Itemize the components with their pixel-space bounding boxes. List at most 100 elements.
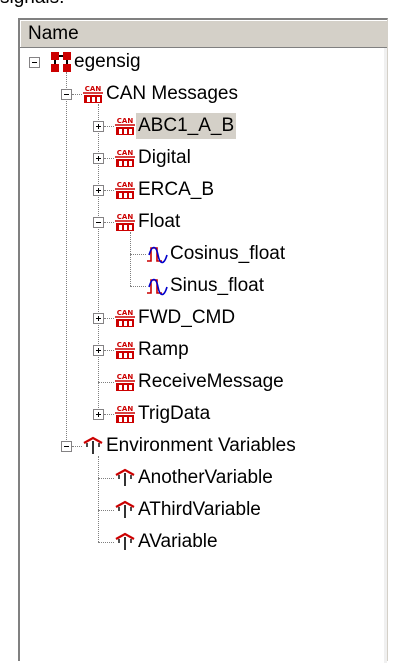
minus-icon: [64, 94, 69, 95]
svg-text:CAN: CAN: [117, 213, 134, 221]
minus-icon: [32, 62, 37, 63]
can-icon: CAN: [115, 309, 135, 327]
tree-node-label[interactable]: Digital: [136, 145, 193, 171]
minus-icon: [64, 446, 69, 447]
tree-node-icon-wrap: [114, 467, 136, 489]
can-icon: CAN: [115, 213, 135, 231]
tree-node-label[interactable]: ReceiveMessage: [136, 369, 286, 395]
can-icon: CAN: [115, 341, 135, 359]
expand-button[interactable]: [93, 121, 104, 132]
tree-connector-horizontal: [104, 350, 114, 351]
svg-text:CAN: CAN: [117, 181, 134, 189]
env-var-icon: [83, 436, 103, 454]
tree-node-label[interactable]: ABC1_A_B: [136, 113, 237, 139]
tree-node-label[interactable]: FWD_CMD: [136, 305, 237, 331]
signal-icon: [147, 246, 168, 264]
tree-node-icon-wrap: CAN: [114, 115, 136, 137]
tree-node-icon-wrap: CAN: [114, 403, 136, 425]
collapse-button[interactable]: [93, 217, 104, 228]
env-var-icon: [115, 532, 135, 550]
tree-node-icon-wrap: CAN: [114, 339, 136, 361]
collapse-button[interactable]: [61, 89, 72, 100]
can-icon: CAN: [115, 373, 135, 391]
svg-text:CAN: CAN: [117, 309, 134, 317]
tree-node-icon-wrap: CAN: [114, 147, 136, 169]
tree-node-icon-wrap: [50, 51, 72, 73]
collapse-button[interactable]: [61, 441, 72, 452]
tree-connector-horizontal: [98, 478, 114, 479]
tree-node-label[interactable]: egensig: [72, 49, 143, 75]
can-icon: CAN: [115, 149, 135, 167]
tree-node-label[interactable]: AnotherVariable: [136, 465, 275, 491]
tree-connector-vertical: [66, 72, 67, 446]
tree-node-icon-wrap: [114, 499, 136, 521]
scrollbar-edge: [384, 48, 387, 663]
tree-connector-horizontal: [104, 318, 114, 319]
svg-text:CAN: CAN: [117, 405, 134, 413]
tree-node-icon-wrap: [114, 531, 136, 553]
tree-node-icon-wrap: CAN: [114, 179, 136, 201]
svg-text:CAN: CAN: [117, 341, 134, 349]
plus-icon-vertical: [98, 124, 99, 129]
column-header-name: Name: [28, 23, 79, 44]
tree-node-label[interactable]: AVariable: [136, 529, 220, 555]
env-var-icon: [115, 500, 135, 518]
tree-connector-vertical: [130, 232, 131, 286]
tree-node-icon-wrap: [146, 275, 168, 297]
tree-connector-horizontal: [130, 286, 146, 287]
expand-button[interactable]: [93, 313, 104, 324]
tree-node-icon-wrap: [82, 435, 104, 457]
svg-text:CAN: CAN: [117, 149, 134, 157]
plus-icon-vertical: [98, 412, 99, 417]
tree-node-icon-wrap: [146, 243, 168, 265]
tree-connector-vertical: [98, 456, 99, 542]
tree-connector-horizontal: [98, 542, 114, 543]
expand-button[interactable]: [93, 153, 104, 164]
plus-icon-vertical: [98, 188, 99, 193]
tree-connector-horizontal: [104, 190, 114, 191]
tree-node-icon-wrap: CAN: [114, 307, 136, 329]
tree-node-label[interactable]: CAN Messages: [104, 81, 240, 107]
tree-connector-horizontal: [72, 446, 82, 447]
can-icon: CAN: [115, 405, 135, 423]
svg-text:CAN: CAN: [117, 117, 134, 125]
collapse-button[interactable]: [29, 57, 40, 68]
tree-node-label[interactable]: Cosinus_float: [168, 241, 287, 267]
tree-connector-horizontal: [72, 94, 82, 95]
tree-connector-horizontal: [98, 510, 114, 511]
svg-text:CAN: CAN: [117, 373, 134, 381]
expand-button[interactable]: [93, 409, 104, 420]
plus-icon-vertical: [98, 348, 99, 353]
tree-connector-horizontal: [130, 254, 146, 255]
can-icon: CAN: [83, 85, 103, 103]
tree-node-icon-wrap: CAN: [114, 211, 136, 233]
env-var-icon: [115, 468, 135, 486]
tree-connector-vertical: [98, 104, 99, 414]
signal-icon: [147, 278, 168, 296]
tree-connector-horizontal: [104, 126, 114, 127]
tree-node-label[interactable]: AThirdVariable: [136, 497, 263, 523]
plus-icon-vertical: [98, 156, 99, 161]
tree-connector-horizontal: [104, 158, 114, 159]
signal-tree[interactable]: egensig CAN CAN Messages CAN ABC1_A_B CAN Digi…: [20, 48, 387, 663]
minus-icon: [96, 222, 101, 223]
tree-node-label[interactable]: Sinus_float: [168, 273, 266, 299]
tree-node-icon-wrap: CAN: [82, 83, 104, 105]
tree-connector-horizontal: [98, 382, 114, 383]
tree-connector-horizontal: [104, 222, 114, 223]
tree-node-label[interactable]: ERCA_B: [136, 177, 216, 203]
tree-node-label[interactable]: Environment Variables: [104, 433, 298, 459]
expand-button[interactable]: [93, 185, 104, 196]
caption: signals:: [0, 0, 64, 8]
tree-node-label[interactable]: Ramp: [136, 337, 191, 363]
tree-node-label[interactable]: TrigData: [136, 401, 212, 427]
expand-button[interactable]: [93, 345, 104, 356]
column-header[interactable]: Name: [20, 20, 387, 48]
tree-node-label[interactable]: Float: [136, 209, 182, 235]
network-node-icon: [51, 52, 71, 72]
plus-icon-vertical: [98, 316, 99, 321]
svg-text:CAN: CAN: [85, 85, 102, 93]
can-icon: CAN: [115, 117, 135, 135]
tree-connector-horizontal: [104, 414, 114, 415]
tree-node-icon-wrap: CAN: [114, 371, 136, 393]
